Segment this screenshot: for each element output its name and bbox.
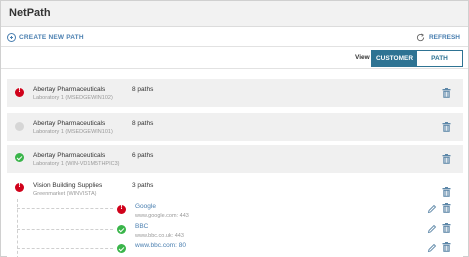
status-ok-icon xyxy=(117,244,126,253)
title-bar: NetPath xyxy=(1,1,468,27)
trash-icon[interactable] xyxy=(442,223,451,233)
status-ok-icon xyxy=(117,225,126,234)
customer-row[interactable]: Abertay Pharmaceuticals Laboratory 1 (MS… xyxy=(7,113,463,141)
customer-name: Abertay Pharmaceuticals xyxy=(33,120,106,127)
view-path-button[interactable]: PATH xyxy=(417,51,462,66)
page-title: NetPath xyxy=(9,7,51,19)
tree-branch xyxy=(17,229,113,230)
trash-icon[interactable] xyxy=(442,242,451,252)
create-new-path-label: CREATE NEW PATH xyxy=(19,33,84,41)
trash-icon[interactable] xyxy=(442,187,451,197)
trash-icon[interactable] xyxy=(442,122,451,132)
customer-device: Laboratory 1 (WIN-VD1M5THPIC3) xyxy=(33,161,120,167)
status-critical-icon xyxy=(117,204,126,214)
status-critical-icon xyxy=(15,87,24,97)
pencil-icon[interactable] xyxy=(427,224,437,234)
path-link[interactable]: www.bbc.com: 80 xyxy=(135,242,186,249)
status-ok-icon xyxy=(15,153,24,162)
path-link[interactable]: Google xyxy=(135,203,156,210)
status-critical-icon xyxy=(15,182,24,192)
customer-name[interactable]: Vision Building Supplies xyxy=(33,182,102,189)
customer-row-expanded: Vision Building Supplies Greenmarket (WI… xyxy=(7,179,463,257)
path-row[interactable]: BBC www.bbc.co.uk: 443 xyxy=(117,223,463,243)
customer-device: Greenmarket (WINVISTA) xyxy=(33,191,97,197)
customer-device: Laboratory 1 (MSEDGEWIN101) xyxy=(33,129,113,135)
tree-branch xyxy=(17,248,113,249)
customer-device: Laboratory 1 (MSEDGEWIN102) xyxy=(33,95,113,101)
toolbar: CREATE NEW PATH REFRESH xyxy=(1,27,468,47)
customer-name: Abertay Pharmaceuticals xyxy=(33,152,106,159)
path-count: 3 paths xyxy=(132,182,154,189)
view-label: View xyxy=(355,54,370,61)
trash-icon[interactable] xyxy=(442,88,451,98)
plus-circle-icon xyxy=(7,32,16,42)
refresh-icon xyxy=(416,33,425,41)
path-count: 8 paths xyxy=(132,86,154,93)
netpath-window: NetPath CREATE NEW PATH REFRESH View CUS… xyxy=(0,0,469,257)
path-address: www.bbc.co.uk: 443 xyxy=(135,233,184,239)
path-link[interactable]: BBC xyxy=(135,223,148,230)
path-count: 8 paths xyxy=(132,120,154,127)
view-toggle: CUSTOMER PATH xyxy=(371,50,463,67)
trash-icon[interactable] xyxy=(442,203,451,213)
path-count: 6 paths xyxy=(132,152,154,159)
create-new-path-button[interactable]: CREATE NEW PATH xyxy=(7,30,84,44)
customer-name: Abertay Pharmaceuticals xyxy=(33,86,106,93)
view-customer-button[interactable]: CUSTOMER xyxy=(372,51,417,66)
customer-row[interactable]: Abertay Pharmaceuticals Laboratory 1 (MS… xyxy=(7,79,463,107)
trash-icon[interactable] xyxy=(442,154,451,164)
customer-row[interactable]: Abertay Pharmaceuticals Laboratory 1 (WI… xyxy=(7,145,463,173)
refresh-label: REFRESH xyxy=(428,33,460,41)
tree-branch xyxy=(17,208,113,209)
pencil-icon[interactable] xyxy=(427,243,437,253)
status-unknown-icon xyxy=(15,122,24,131)
path-row[interactable]: www.bbc.com: 80 xyxy=(117,242,463,257)
pencil-icon[interactable] xyxy=(427,204,437,214)
path-address: www.google.com: 443 xyxy=(135,213,189,219)
refresh-button[interactable]: REFRESH xyxy=(416,30,460,44)
path-row[interactable]: Google www.google.com: 443 xyxy=(117,203,463,223)
view-bar: View CUSTOMER PATH xyxy=(1,47,468,69)
